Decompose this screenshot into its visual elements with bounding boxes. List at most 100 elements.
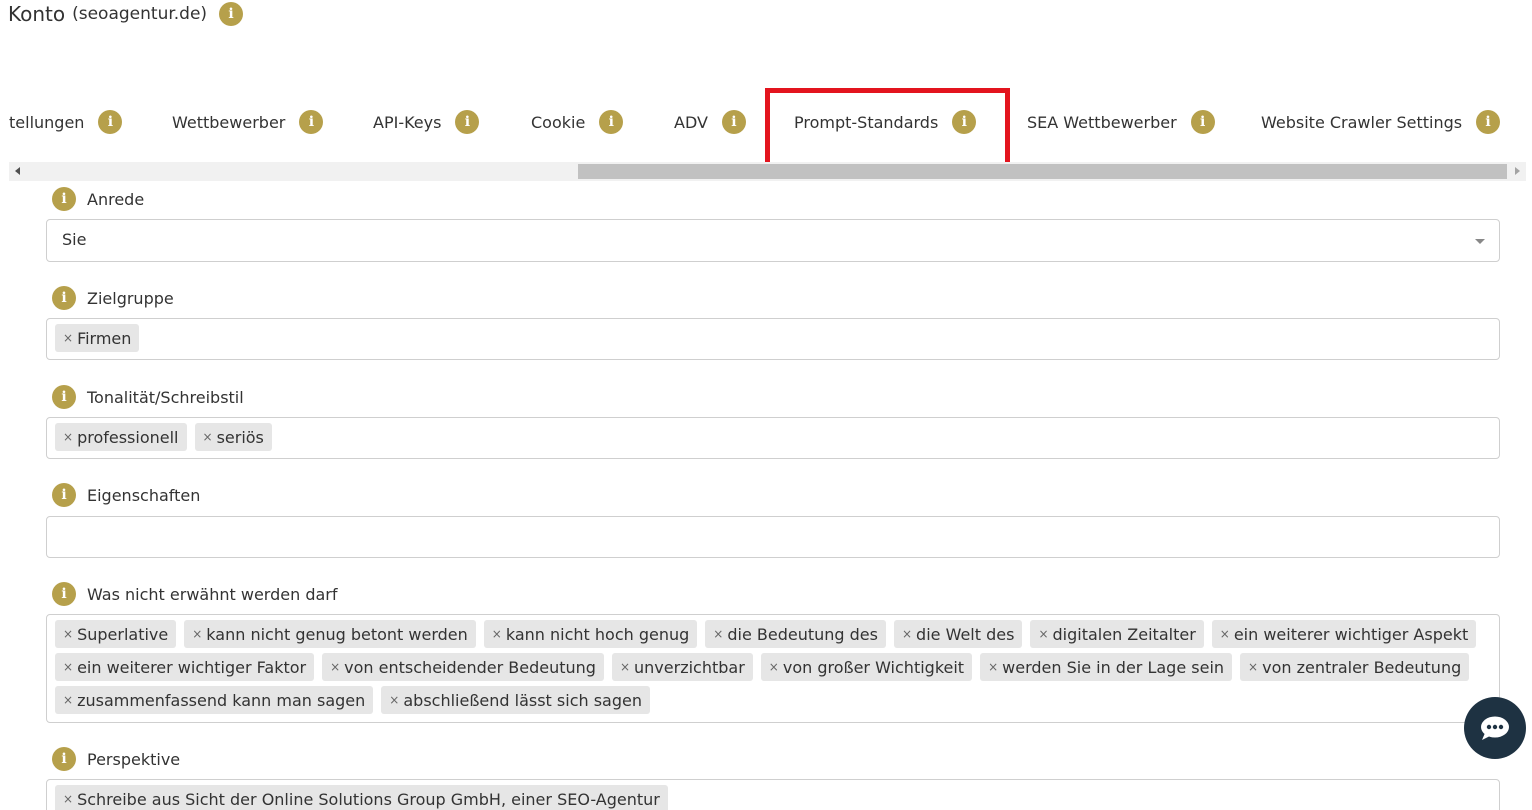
info-icon[interactable]: i bbox=[721, 110, 746, 134]
scroll-right-icon[interactable] bbox=[1515, 167, 1520, 175]
tag-text: die Bedeutung des bbox=[727, 624, 878, 644]
tag: × ein weiterer wichtiger Faktor bbox=[55, 653, 315, 681]
tag-remove-icon[interactable]: × bbox=[203, 430, 213, 444]
tag-remove-icon[interactable]: × bbox=[620, 660, 630, 674]
tag-remove-icon[interactable]: × bbox=[1248, 660, 1258, 674]
tag: × Firmen bbox=[55, 324, 140, 352]
info-icon[interactable]: i bbox=[599, 110, 624, 134]
tab-einstellungen[interactable]: tellungen i bbox=[9, 108, 123, 136]
tag: × seriös bbox=[194, 423, 272, 451]
tag-remove-icon[interactable]: × bbox=[63, 660, 73, 674]
tag-text: von zentraler Bedeutung bbox=[1262, 657, 1462, 677]
chat-bubble-icon bbox=[1481, 716, 1509, 740]
page-subtitle: (seoagentur.de) bbox=[72, 4, 208, 24]
tag: × von zentraler Bedeutung bbox=[1240, 653, 1470, 681]
tag-remove-icon[interactable]: × bbox=[192, 627, 202, 641]
perspektive-input[interactable]: × Schreibe aus Sicht der Online Solutions… bbox=[46, 779, 1500, 810]
tag-text: professionell bbox=[77, 427, 179, 447]
tab-label: ADV bbox=[674, 112, 708, 132]
scroll-left-icon[interactable] bbox=[15, 167, 20, 175]
tag: × professionell bbox=[55, 423, 187, 451]
tab-label: SEA Wettbewerber bbox=[1027, 112, 1177, 132]
tag-list: × professionell × seriös bbox=[55, 423, 1491, 456]
tag-remove-icon[interactable]: × bbox=[713, 627, 723, 641]
tab-api-keys[interactable]: API-Keys i bbox=[373, 108, 480, 136]
tag-list: × Firmen bbox=[55, 324, 1491, 357]
tag: × ein weiterer wichtiger Aspekt bbox=[1211, 620, 1477, 648]
tag-remove-icon[interactable]: × bbox=[63, 792, 73, 806]
field-label-text: Zielgruppe bbox=[87, 288, 174, 308]
zielgruppe-input[interactable]: × Firmen bbox=[46, 318, 1500, 360]
tag: × kann nicht hoch genug bbox=[483, 620, 698, 648]
tag-remove-icon[interactable]: × bbox=[63, 693, 73, 707]
tab-wettbewerber[interactable]: Wettbewerber i bbox=[172, 108, 324, 136]
info-icon[interactable]: i bbox=[52, 286, 76, 310]
chat-button[interactable] bbox=[1464, 697, 1526, 759]
tag-remove-icon[interactable]: × bbox=[63, 430, 73, 444]
tag-text: kann nicht hoch genug bbox=[505, 624, 690, 644]
page-header: Konto (seoagentur.de) i bbox=[8, 2, 244, 26]
tab-adv[interactable]: ADV i bbox=[674, 108, 746, 136]
tag: × von entscheidender Bedeutung bbox=[322, 653, 604, 681]
tag-text: kann nicht genug betont werden bbox=[206, 624, 468, 644]
tag-remove-icon[interactable]: × bbox=[769, 660, 779, 674]
tag-text: von entscheidender Bedeutung bbox=[344, 657, 596, 677]
info-icon[interactable]: i bbox=[219, 2, 244, 26]
info-icon[interactable]: i bbox=[1476, 110, 1501, 134]
anrede-select[interactable]: Sie bbox=[46, 219, 1500, 262]
tag-text: ein weiterer wichtiger Aspekt bbox=[1233, 624, 1469, 644]
tab-label: Cookie bbox=[531, 112, 586, 132]
tag: × zusammenfassend kann man sagen bbox=[55, 686, 374, 714]
tag: × unverzichtbar bbox=[611, 653, 753, 681]
tag-text: Firmen bbox=[77, 328, 132, 348]
page-title: Konto bbox=[8, 2, 66, 26]
eigenschaften-label: i Eigenschaften bbox=[52, 483, 200, 507]
info-icon[interactable]: i bbox=[52, 385, 76, 409]
tag-text: digitalen Zeitalter bbox=[1052, 624, 1196, 644]
anrede-value: Sie bbox=[62, 230, 87, 249]
scrollbar-thumb[interactable] bbox=[578, 164, 1507, 179]
tag-remove-icon[interactable]: × bbox=[1220, 627, 1230, 641]
tag-remove-icon[interactable]: × bbox=[902, 627, 912, 641]
tabs-scrollbar[interactable] bbox=[9, 162, 1526, 181]
tag-list: × Superlative × kann nicht genug betont we… bbox=[55, 620, 1491, 719]
tag-text: unverzichtbar bbox=[634, 657, 745, 677]
tag-text: ein weiterer wichtiger Faktor bbox=[77, 657, 307, 677]
info-icon[interactable]: i bbox=[455, 110, 480, 134]
tag: × Schreibe aus Sicht der Online Solutions… bbox=[55, 785, 668, 810]
tag-remove-icon[interactable]: × bbox=[988, 660, 998, 674]
tab-sea-wettbewerber[interactable]: SEA Wettbewerber i bbox=[1027, 108, 1215, 136]
tag-text: von großer Wichtigkeit bbox=[782, 657, 965, 677]
tab-cookie[interactable]: Cookie i bbox=[531, 108, 624, 136]
chevron-down-icon bbox=[1475, 239, 1485, 244]
field-label-text: Tonalität/Schreibstil bbox=[87, 387, 244, 407]
tag-remove-icon[interactable]: × bbox=[389, 693, 399, 707]
info-icon[interactable]: i bbox=[299, 110, 324, 134]
tag-remove-icon[interactable]: × bbox=[330, 660, 340, 674]
tab-label: API-Keys bbox=[373, 112, 442, 132]
nicht-erwaehnen-input[interactable]: × Superlative × kann nicht genug betont we… bbox=[46, 614, 1500, 723]
eigenschaften-input[interactable] bbox=[46, 516, 1500, 558]
tag: × Superlative bbox=[55, 620, 177, 648]
info-icon[interactable]: i bbox=[52, 187, 76, 211]
tag: × die Welt des bbox=[893, 620, 1023, 648]
nicht-erwaehnen-label: i Was nicht erwähnt werden darf bbox=[52, 582, 337, 606]
info-icon[interactable]: i bbox=[1190, 110, 1215, 134]
tab-label: Wettbewerber bbox=[172, 112, 286, 132]
tonalitaet-input[interactable]: × professionell × seriös bbox=[46, 417, 1500, 459]
tonalitaet-label: i Tonalität/Schreibstil bbox=[52, 385, 244, 409]
tab-website-crawler-settings[interactable]: Website Crawler Settings i bbox=[1261, 108, 1501, 136]
tag: × von großer Wichtigkeit bbox=[760, 653, 973, 681]
info-icon[interactable]: i bbox=[98, 110, 123, 134]
tag-text: die Welt des bbox=[916, 624, 1015, 644]
field-label-text: Perspektive bbox=[87, 749, 181, 769]
tag-remove-icon[interactable]: × bbox=[1038, 627, 1048, 641]
info-icon[interactable]: i bbox=[52, 483, 76, 507]
tag-remove-icon[interactable]: × bbox=[63, 331, 73, 345]
info-icon[interactable]: i bbox=[52, 582, 76, 606]
tag: × digitalen Zeitalter bbox=[1030, 620, 1204, 648]
tag-remove-icon[interactable]: × bbox=[63, 627, 73, 641]
perspektive-label: i Perspektive bbox=[52, 747, 180, 771]
tag-remove-icon[interactable]: × bbox=[492, 627, 502, 641]
info-icon[interactable]: i bbox=[52, 747, 76, 771]
